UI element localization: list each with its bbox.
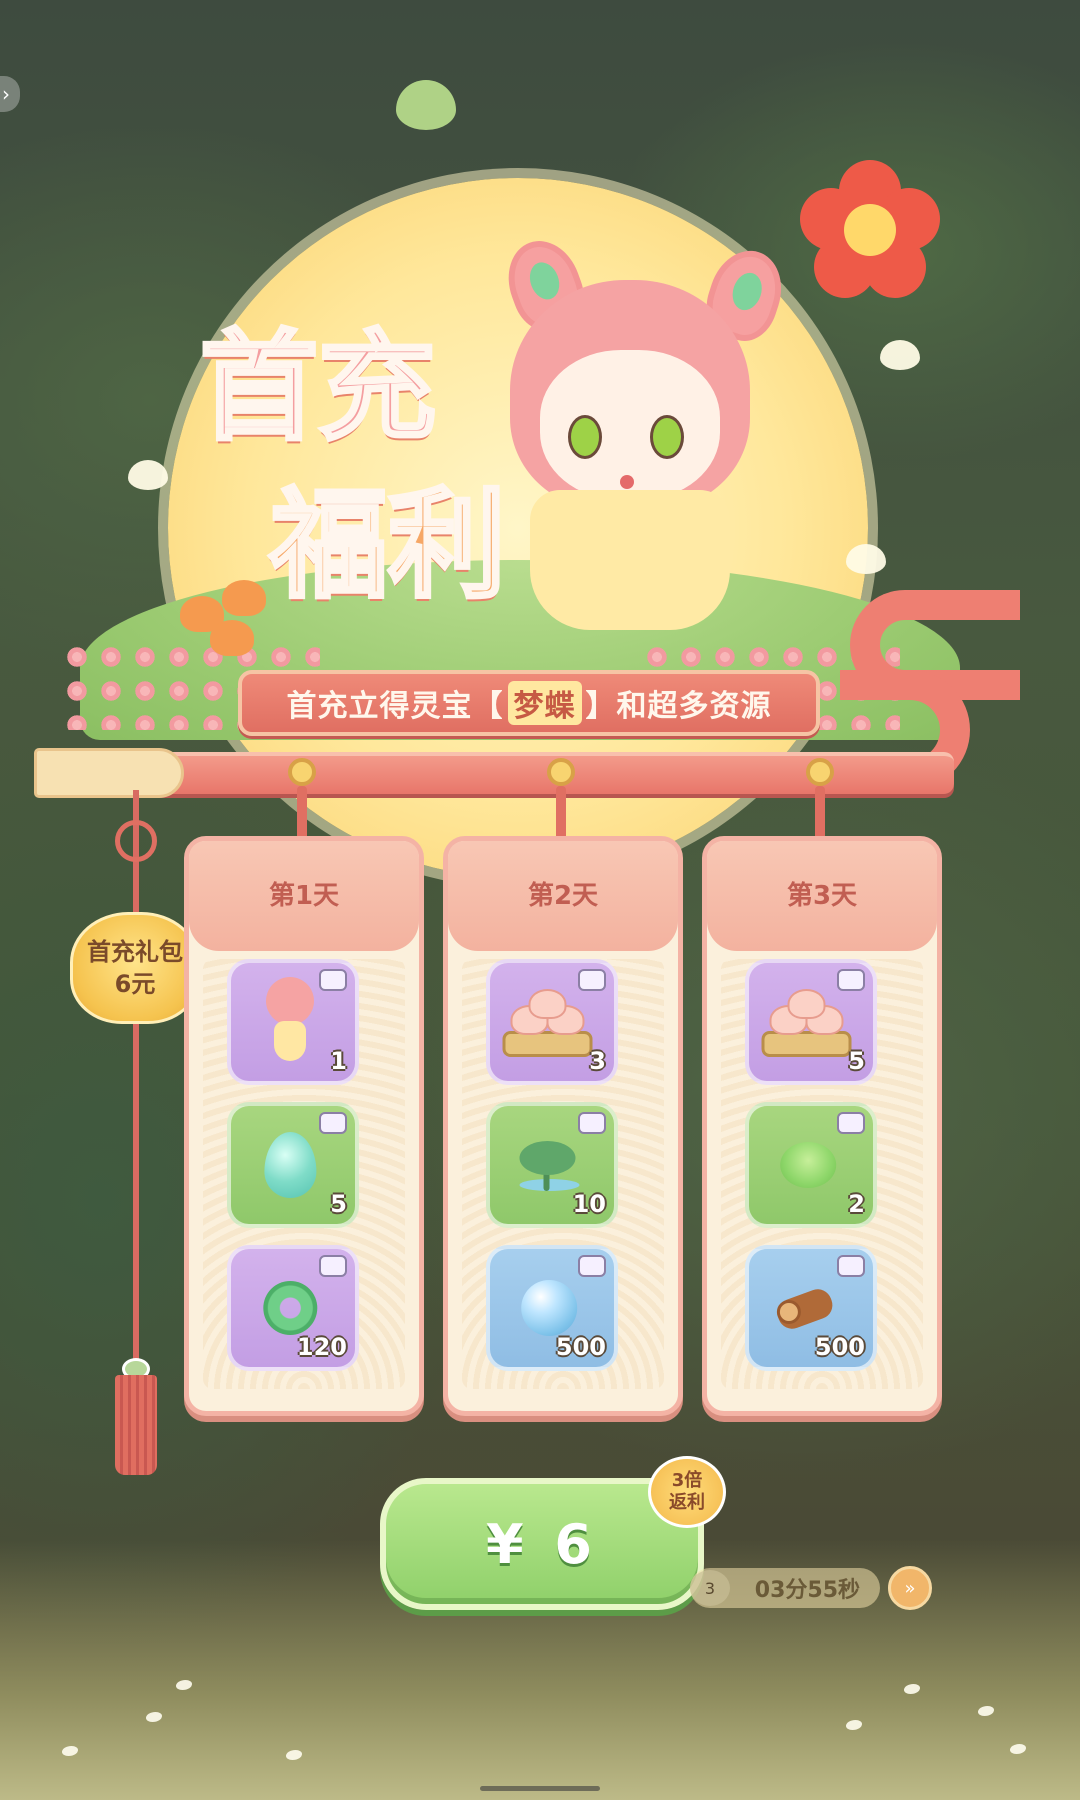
reward-item[interactable]: 2	[745, 1102, 877, 1228]
hook-knob	[547, 758, 575, 786]
reward-quantity: 500	[814, 1333, 865, 1361]
fast-forward-icon[interactable]: »	[888, 1566, 932, 1610]
day-label: 第2天	[527, 881, 599, 911]
butterfly-icon	[880, 340, 920, 370]
gift-pack-badge[interactable]: 首充礼包 6元	[70, 912, 200, 1024]
bun-tray-icon	[502, 987, 593, 1057]
reward-item[interactable]: 500	[486, 1245, 618, 1371]
orange-flower-icon	[222, 580, 266, 616]
reward-list: 5 2 500	[721, 959, 923, 1389]
reward-item[interactable]: 120	[227, 1245, 359, 1371]
worker-count-icon: 3	[690, 1570, 730, 1606]
reward-item[interactable]: 5	[745, 959, 877, 1085]
gift-badge-line1: 首充礼包	[87, 937, 183, 966]
day-card-header: 第3天	[707, 841, 937, 951]
red-flower-icon	[800, 160, 940, 300]
bound-tag-icon	[319, 969, 347, 991]
hanging-cord	[815, 786, 825, 842]
purchase-price: ¥ 6	[486, 1512, 598, 1576]
cabbage-icon	[780, 1142, 837, 1188]
reward-quantity: 1	[330, 1047, 347, 1075]
butterfly-icon	[846, 544, 886, 574]
day-label: 第3天	[786, 881, 858, 911]
reward-list: 3 10 500	[462, 959, 664, 1389]
bound-tag-icon	[837, 1112, 865, 1134]
tassel-icon	[115, 1375, 157, 1475]
reward-quantity: 5	[330, 1190, 347, 1218]
rebate-badge: 3倍 返利	[648, 1456, 726, 1528]
timer-text: 03分55秒	[754, 1578, 860, 1603]
banner-highlight: 梦蝶	[507, 681, 582, 725]
hook-knob	[288, 758, 316, 786]
banner-prefix: 首充立得灵宝	[286, 689, 473, 724]
day-card-1: 第1天 1 5 120	[184, 836, 424, 1416]
day-card-3: 第3天 5 2 500	[702, 836, 942, 1416]
character-icon	[260, 977, 320, 1067]
jade-ring-icon	[263, 1281, 318, 1335]
day-card-header: 第2天	[448, 841, 678, 951]
hanging-bar-end	[34, 748, 184, 798]
reward-item[interactable]: 3	[486, 959, 618, 1085]
title-line-1: 首充	[198, 318, 438, 456]
chinese-knot-icon	[115, 820, 157, 862]
banner-bracket-left: 【	[472, 689, 504, 724]
day-card-2: 第2天 3 10 500	[443, 836, 683, 1416]
timer-count: 3	[704, 1578, 716, 1598]
home-indicator[interactable]	[480, 1786, 600, 1791]
spirit-drop-icon	[264, 1132, 317, 1198]
reward-quantity: 5	[848, 1047, 865, 1075]
reward-item[interactable]: 5	[227, 1102, 359, 1228]
bound-tag-icon	[319, 1255, 347, 1277]
wood-log-icon	[773, 1285, 839, 1333]
bound-tag-icon	[578, 1112, 606, 1134]
water-orb-icon	[521, 1280, 578, 1336]
reward-quantity: 10	[572, 1190, 606, 1218]
reward-item[interactable]: 500	[745, 1245, 877, 1371]
rebate-line1: 3倍	[671, 1470, 703, 1492]
banner-bracket-right: 】	[585, 689, 617, 724]
bun-tray-icon	[761, 987, 852, 1057]
mengdie-character	[470, 220, 793, 640]
hook-knob	[806, 758, 834, 786]
hanging-cord	[556, 786, 566, 842]
reward-quantity: 2	[848, 1190, 865, 1218]
reward-item[interactable]: 10	[486, 1102, 618, 1228]
reward-quantity: 120	[296, 1333, 347, 1361]
promo-banner: 首充立得灵宝 【 梦蝶 】 和超多资源	[238, 670, 820, 736]
gift-badge-line2: 6元	[114, 970, 156, 998]
banner-suffix: 和超多资源	[616, 689, 772, 724]
reward-quantity: 3	[589, 1047, 606, 1075]
rebate-line2: 返利	[669, 1492, 705, 1513]
bound-tag-icon	[578, 1255, 606, 1277]
bound-tag-icon	[837, 1255, 865, 1277]
hanging-cord	[297, 786, 307, 842]
day-label: 第1天	[268, 881, 340, 911]
reward-quantity: 500	[555, 1333, 606, 1361]
reward-list: 1 5 120	[203, 959, 405, 1389]
orange-flower-icon	[210, 620, 254, 656]
tassel-cord	[133, 790, 139, 1390]
lotus-leaf-icon	[514, 1135, 584, 1195]
title-line-2: 福利	[268, 476, 508, 614]
butterfly-icon	[128, 460, 168, 490]
day-card-header: 第1天	[189, 841, 419, 951]
reward-item[interactable]: 1	[227, 959, 359, 1085]
bound-tag-icon	[319, 1112, 347, 1134]
